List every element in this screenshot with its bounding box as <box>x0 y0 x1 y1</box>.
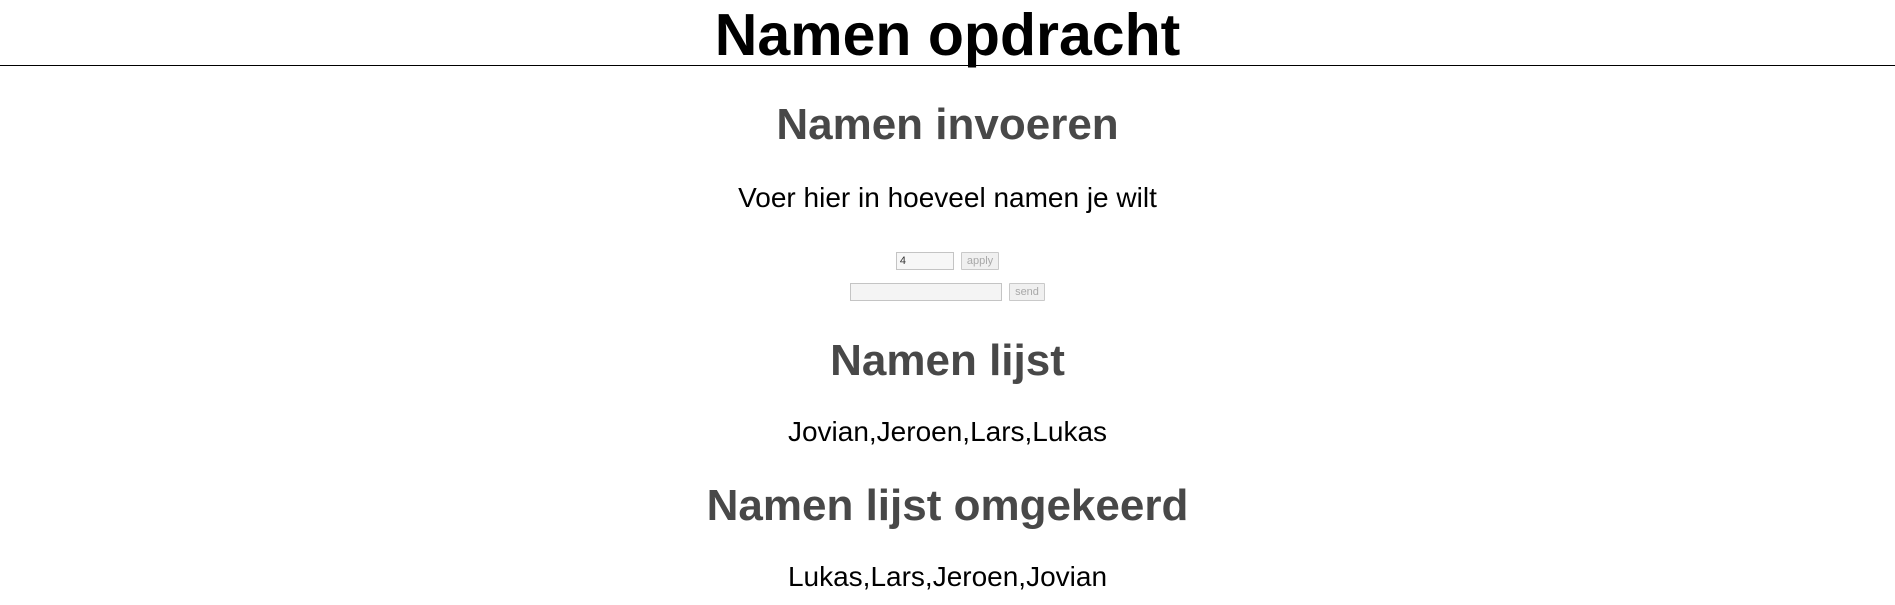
reversed-names-list-wrap: Lukas,Lars,Jeroen,Jovian <box>0 561 1895 593</box>
names-list-wrap: Jovian,Jeroen,Lars,Lukas <box>0 416 1895 448</box>
list-section-heading: Namen lijst <box>830 336 1065 385</box>
reversed-names-list: Lukas,Lars,Jeroen,Jovian <box>787 561 1108 592</box>
reversed-section-heading-wrap: Namen lijst omgekeerd <box>0 481 1895 531</box>
count-form: apply <box>0 252 1895 270</box>
page: Namen opdracht Namen invoeren Voer hier … <box>0 0 1895 605</box>
title-divider <box>0 65 1895 66</box>
name-input[interactable] <box>850 283 1003 301</box>
page-title: Namen opdracht <box>714 2 1181 68</box>
list-section-heading-wrap: Namen lijst <box>0 336 1895 386</box>
send-button[interactable]: send <box>1009 283 1045 301</box>
apply-button[interactable]: apply <box>960 252 1000 270</box>
instruction-text: Voer hier in hoeveel namen je wilt <box>738 182 1157 213</box>
name-form: send <box>0 283 1895 301</box>
name-count-input[interactable] <box>895 252 954 270</box>
input-section-heading-wrap: Namen invoeren <box>0 100 1895 150</box>
input-section-heading: Namen invoeren <box>776 100 1119 149</box>
reversed-section-heading: Namen lijst omgekeerd <box>706 481 1189 530</box>
instruction-wrap: Voer hier in hoeveel namen je wilt <box>0 182 1895 214</box>
names-list: Jovian,Jeroen,Lars,Lukas <box>787 416 1108 447</box>
